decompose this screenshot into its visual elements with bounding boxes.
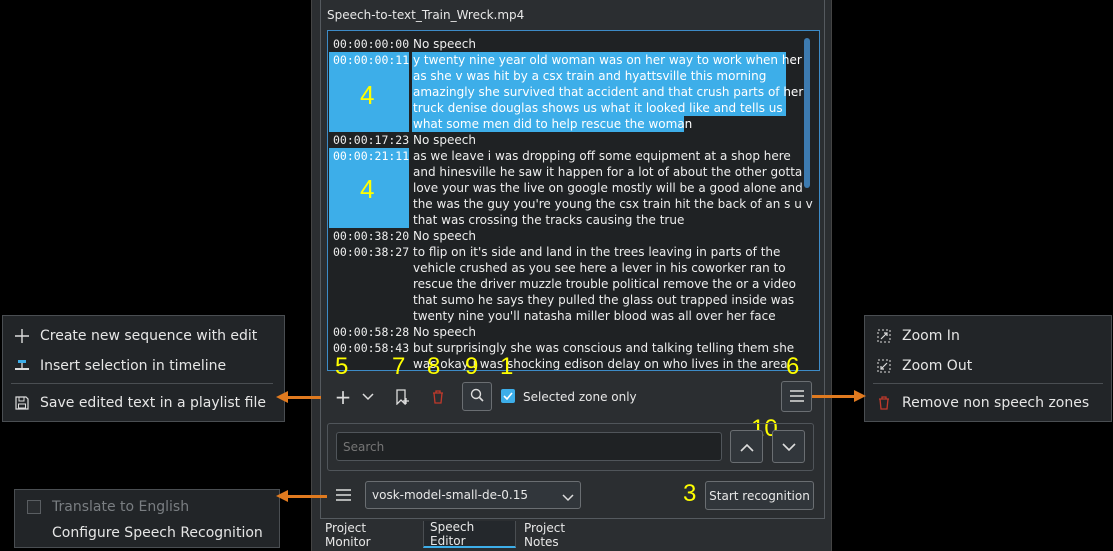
recognition-settings-menu-button[interactable] xyxy=(332,484,354,506)
selected-zone-checkbox[interactable] xyxy=(501,389,515,403)
menu-item-create-sequence[interactable]: Create new sequence with edit xyxy=(13,325,257,347)
delete-icon[interactable] xyxy=(428,386,448,408)
annotation-7: 7 xyxy=(392,353,406,380)
menu-divider xyxy=(873,383,1103,384)
zoom-in-icon xyxy=(875,329,893,343)
speech-options-menu: Zoom In Zoom Out Remove non speech zones xyxy=(864,315,1112,422)
menu-item-zoom-in[interactable]: Zoom In xyxy=(875,325,960,347)
menu-item-zoom-out[interactable]: Zoom Out xyxy=(875,355,972,377)
file-title: Speech-to-text_Train_Wreck.mp4 xyxy=(327,8,525,22)
annotation-number-4b: 4 xyxy=(360,174,375,204)
arrow-head xyxy=(276,490,288,502)
annotation-1: 1 xyxy=(500,353,514,380)
search-icon xyxy=(470,387,484,406)
annotation-3: 3 xyxy=(683,480,697,507)
menu-item-translate[interactable]: Translate to English xyxy=(25,496,189,518)
plus-icon xyxy=(13,329,31,343)
model-select-value: vosk-model-small-de-0.15 xyxy=(372,488,529,502)
menu-item-configure-speech[interactable]: Configure Speech Recognition xyxy=(25,522,263,544)
annotation-8: 8 xyxy=(427,353,441,380)
annotation-5: 5 xyxy=(335,353,349,380)
tab-project-notes[interactable]: Project Notes xyxy=(518,521,609,549)
arrow-head xyxy=(854,390,866,402)
add-options-menu: Create new sequence with edit Insert sel… xyxy=(2,315,285,422)
chevron-up-icon xyxy=(739,437,754,456)
annotation-9: 9 xyxy=(465,353,479,380)
timeline-insert-icon xyxy=(13,359,31,373)
search-button[interactable] xyxy=(462,382,492,411)
arrow-line xyxy=(812,395,856,398)
recognition-settings-menu: Translate to English Configure Speech Re… xyxy=(14,489,280,548)
menu-item-save-playlist[interactable]: Save edited text in a playlist file xyxy=(13,392,266,414)
menu-item-remove-non-speech[interactable]: Remove non speech zones xyxy=(875,392,1089,414)
speech-options-menu-button[interactable] xyxy=(781,381,812,412)
delete-icon xyxy=(875,396,893,410)
hamburger-icon xyxy=(335,486,351,505)
chevron-down-icon xyxy=(562,491,574,505)
arrow-head xyxy=(276,391,288,403)
model-select[interactable]: vosk-model-small-de-0.15 xyxy=(365,481,581,509)
hamburger-icon xyxy=(789,387,804,406)
annotation-number-4a: 4 xyxy=(360,80,375,110)
arrow-line xyxy=(287,396,321,399)
tab-speech-editor[interactable]: Speech Editor xyxy=(423,520,516,548)
transcript-box[interactable]: 4 4 00:00:00:00 No speech 00:00:00:11 y tw… xyxy=(327,30,820,371)
chevron-down-icon xyxy=(781,437,796,456)
checkbox-icon xyxy=(25,500,43,514)
annotation-6: 6 xyxy=(786,353,800,380)
search-previous-button[interactable] xyxy=(730,430,763,463)
add-icon[interactable]: + xyxy=(333,385,353,409)
bookmark-add-icon[interactable] xyxy=(392,386,412,408)
selected-zone-label: Selected zone only xyxy=(523,390,637,404)
start-recognition-button[interactable]: Start recognition xyxy=(705,481,814,510)
save-icon xyxy=(13,396,31,410)
search-input[interactable] xyxy=(336,432,722,461)
chevron-down-icon[interactable] xyxy=(360,386,376,408)
tab-project-monitor[interactable]: Project Monitor xyxy=(319,521,421,549)
transcript-scrollbar[interactable] xyxy=(804,38,810,188)
menu-divider xyxy=(11,383,273,384)
search-next-button[interactable] xyxy=(772,430,805,463)
menu-item-insert-selection[interactable]: Insert selection in timeline xyxy=(13,355,226,377)
zoom-out-icon xyxy=(875,359,893,373)
arrow-line xyxy=(287,495,327,498)
